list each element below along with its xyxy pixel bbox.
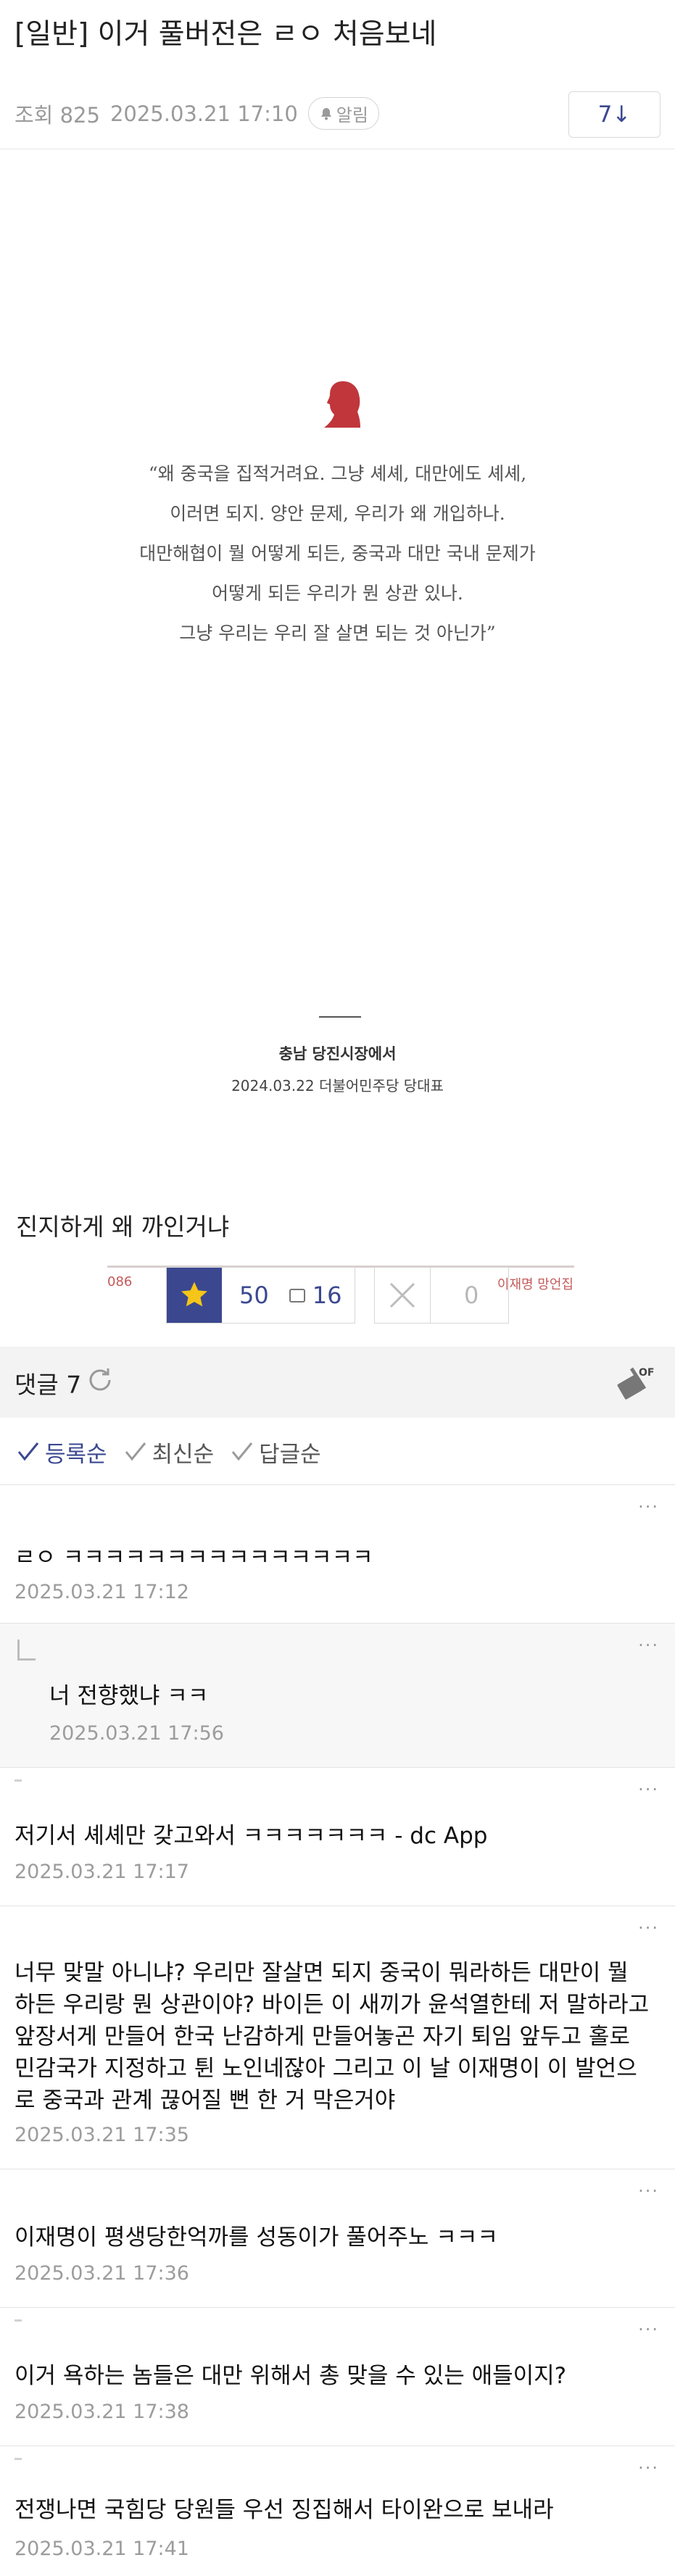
quote-line: 대만해협이 뭘 어떻게 되든, 중국과 대만 국내 문제가 [139, 543, 536, 564]
comment-date: 2025.03.21 17:17 [15, 1861, 189, 1883]
more-options-icon[interactable]: ··· [638, 1497, 659, 1517]
downvote-button[interactable]: 0 [374, 1267, 509, 1324]
alarm-button[interactable]: 알림 [307, 97, 379, 130]
more-options-icon[interactable]: ··· [638, 1635, 659, 1655]
comment-item: ··· 이재명이 평생당한억까를 성동이가 풀어주노 ㅋㅋㅋ 2025.03.2… [0, 2169, 675, 2308]
quote-line: 어떻게 되든 우리가 뭔 상관 있나. [212, 583, 463, 604]
fixed-upvote-count: 16 [312, 1281, 342, 1309]
sort-by-replies[interactable]: 답글순 [230, 1436, 321, 1468]
quote-line: 이러면 되지. 양안 문제, 우리가 왜 개입하나. [170, 503, 505, 524]
post-datetime: 2025.03.21 17:10 [109, 101, 298, 126]
comments-header: 댓글 7 OFF [0, 1347, 675, 1418]
comment-jump-button[interactable]: 7↓ [568, 91, 660, 138]
check-icon [17, 1442, 39, 1461]
downvote-count: 0 [464, 1281, 479, 1309]
quote-place: 충남 당진시장에서 [278, 1045, 397, 1063]
page-number: 086 [107, 1274, 133, 1289]
nickname-placeholder [15, 1779, 22, 1782]
bell-icon [319, 107, 334, 121]
sort-by-latest[interactable]: 최신순 [123, 1436, 215, 1468]
comment-item: ··· 저기서 셰셰만 갖고와서 ㅋㅋㅋㅋㅋㅋㅋ - dc App 2025.0… [0, 1768, 675, 1906]
silhouette-icon [324, 381, 360, 428]
comment-item: ··· 이거 욕하는 놈들은 대만 위해서 총 맞을 수 있는 애들이지? 20… [0, 2308, 675, 2446]
post-header: [일반] 이거 풀버전은 ㄹㅇ 처음보네 조회 825 2025.03.21 1… [0, 0, 675, 149]
post-title: [일반] 이거 풀버전은 ㄹㅇ 처음보네 [15, 18, 437, 51]
comment-date: 2025.03.21 17:38 [15, 2401, 189, 2423]
quote-line: 그냥 우리는 우리 잘 살면 되는 것 아닌가” [179, 623, 496, 644]
sort-by-registered[interactable]: 등록순 [16, 1436, 107, 1468]
reply-arrow-icon [17, 1640, 36, 1661]
close-icon [375, 1268, 431, 1323]
comment-date: 2025.03.21 17:12 [15, 1581, 189, 1603]
more-options-icon[interactable]: ··· [638, 2458, 659, 2478]
comment-date: 2025.03.21 17:41 [15, 2538, 189, 2560]
comments-title: 댓글 7 [15, 1371, 82, 1399]
more-options-icon[interactable]: ··· [638, 2319, 659, 2340]
nickname-placeholder [15, 2319, 22, 2322]
check-icon [231, 1442, 253, 1461]
sort-option-label: 등록순 [45, 1441, 107, 1468]
fixed-user-icon [289, 1288, 305, 1302]
comment-text: 저기서 셰셰만 갖고와서 ㅋㅋㅋㅋㅋㅋㅋ - dc App [15, 1823, 488, 1849]
post-meta: 조회 825 2025.03.21 17:10 알림 [15, 97, 379, 130]
alarm-label: 알림 [336, 105, 368, 125]
comment-text: 너무 맞말 아니냐? 우리만 잘살면 되지 중국이 뭐라하든 대만이 뭘 하든 … [15, 1960, 650, 2114]
more-options-icon[interactable]: ··· [638, 1779, 659, 1800]
post-image: “왜 중국을 집적거려요. 그냥 셰셰, 대만에도 셰셰, 이러면 되지. 양안… [0, 149, 675, 1292]
comment-text: 이거 욕하는 놈들은 대만 위해서 총 맞을 수 있는 애들이지? [15, 2363, 567, 2389]
divider [319, 1016, 361, 1018]
more-options-icon[interactable]: ··· [638, 2181, 659, 2201]
comment-date: 2025.03.21 17:36 [15, 2262, 189, 2285]
comment-text: 너 전향했냐 ㅋㅋ [49, 1683, 209, 1709]
view-count: 조회 825 [15, 102, 100, 128]
star-icon [167, 1268, 222, 1323]
nickname-placeholder [15, 2458, 22, 2460]
quote-text: “왜 중국을 집적거려요. 그냥 셰셰, 대만에도 셰셰, 이러면 되지. 양안… [0, 454, 675, 653]
clean-off-label: OFF [639, 1367, 655, 1379]
comment-text: 이재명이 평생당한억까를 성동이가 풀어주노 ㅋㅋㅋ [15, 2224, 498, 2251]
comment-sort-bar: 등록순 최신순 답글순 [0, 1419, 675, 1485]
post-body-text: 진지하게 왜 까인거냐 [16, 1213, 230, 1241]
comment-text: 전쟁나면 국힘당 당원들 우선 징집해서 타이완으로 보내라 [15, 2497, 554, 2523]
refresh-icon[interactable] [86, 1366, 115, 1395]
more-options-icon[interactable]: ··· [638, 1918, 659, 1938]
upvote-count: 50 [239, 1281, 269, 1309]
quote-line: “왜 중국을 집적거려요. 그냥 셰셰, 대만에도 셰셰, [148, 463, 527, 484]
comment-item: ··· 너무 맞말 아니냐? 우리만 잘살면 되지 중국이 뭐라하든 대만이 뭘… [0, 1906, 675, 2169]
comment-date: 2025.03.21 17:35 [15, 2124, 189, 2146]
sort-option-label: 답글순 [259, 1441, 321, 1468]
comment-text: ㄹㅇ ㅋㅋㅋㅋㅋㅋㅋㅋㅋㅋㅋㅋㅋㅋㅋ [15, 1545, 373, 1571]
comment-date: 2025.03.21 17:56 [49, 1722, 224, 1745]
comment-item: ··· ㄹㅇ ㅋㅋㅋㅋㅋㅋㅋㅋㅋㅋㅋㅋㅋㅋㅋ 2025.03.21 17:12 [0, 1485, 675, 1624]
clean-off-icon[interactable]: OFF [614, 1363, 655, 1402]
reply-item: ··· 너 전향했냐 ㅋㅋ 2025.03.21 17:56 [0, 1624, 675, 1768]
sort-option-label: 최신순 [152, 1441, 215, 1468]
quote-dateline: 2024.03.22 더불어민주당 당대표 [231, 1077, 444, 1094]
comment-item: ··· 전쟁나면 국힘당 당원들 우선 징집해서 타이완으로 보내라 2025.… [0, 2446, 675, 2576]
check-icon [125, 1442, 146, 1461]
upvote-button[interactable]: 50 16 [166, 1267, 355, 1324]
